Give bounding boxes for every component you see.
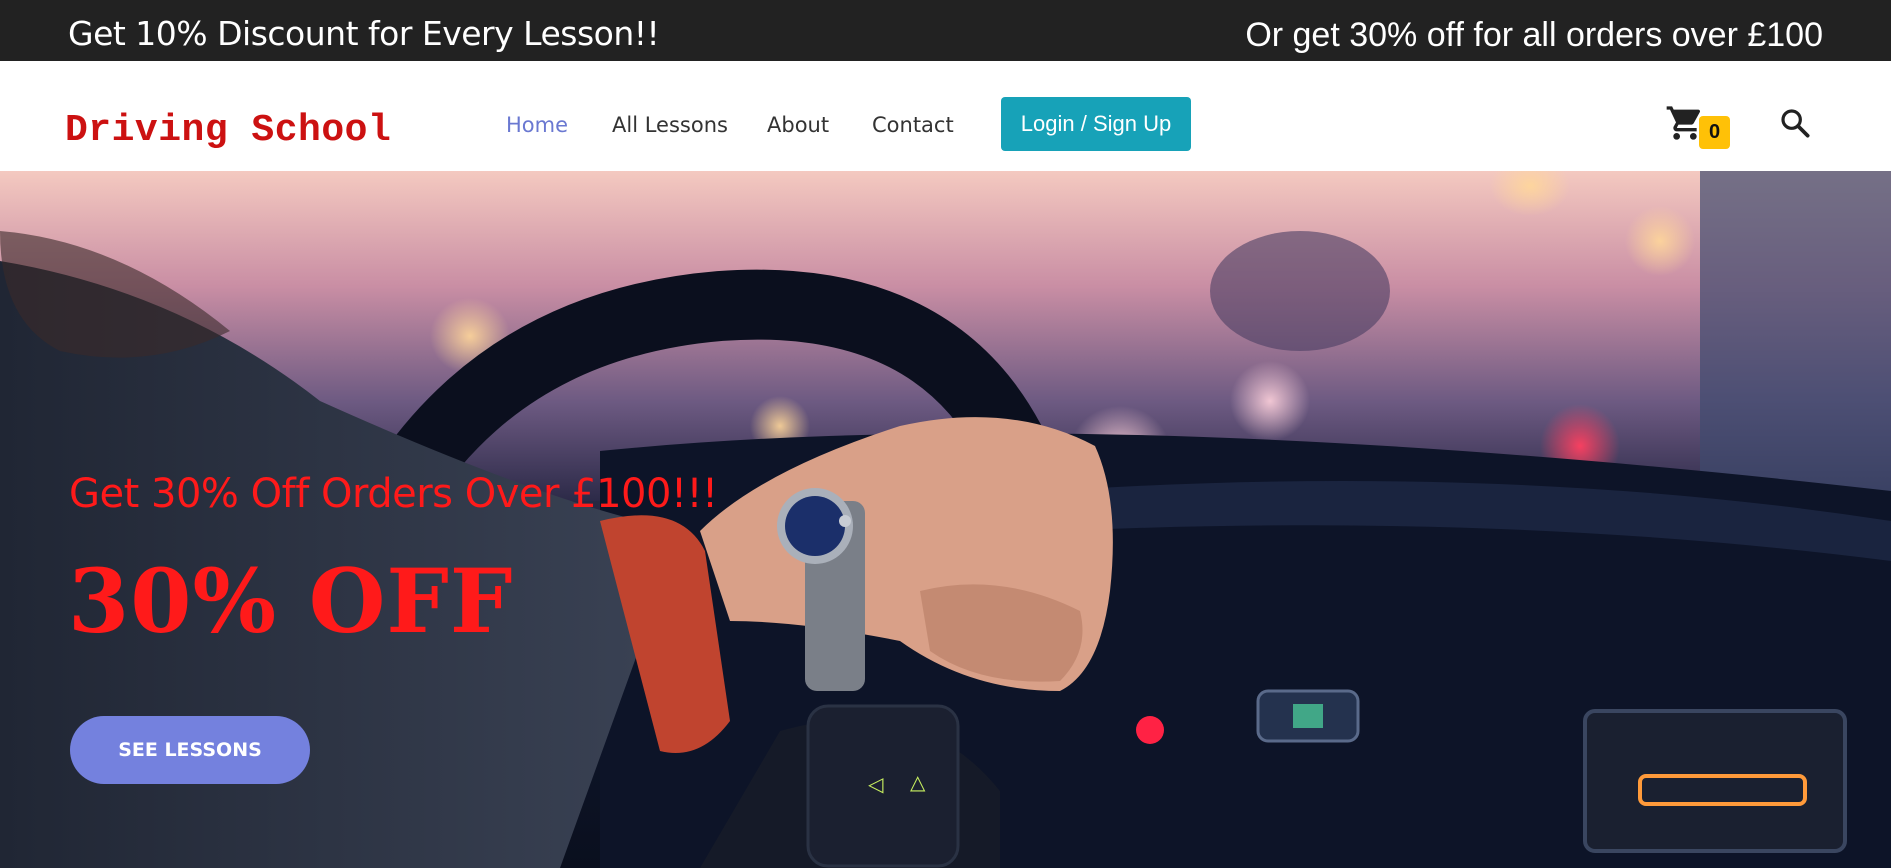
site-header: Driving School Home All Lessons About Co…	[0, 61, 1891, 171]
cart-button[interactable]: 0	[1665, 103, 1735, 149]
hero-title: 30% OFF	[68, 549, 514, 653]
svg-text:△: △	[910, 770, 926, 794]
svg-text:◁: ◁	[867, 772, 884, 796]
hero-banner: ◁ △ Get 30% Off Orders Over £100!!! 30% …	[0, 171, 1891, 868]
cart-count-badge: 0	[1699, 116, 1730, 149]
nav-link-home[interactable]: Home	[506, 113, 568, 137]
nav-link-all-lessons[interactable]: All Lessons	[612, 113, 728, 137]
login-signup-button[interactable]: Login / Sign Up	[1001, 97, 1191, 151]
site-logo[interactable]: Driving School	[65, 109, 391, 152]
promo-right-text: Or get 30% off for all orders over £100	[1245, 16, 1823, 54]
search-button[interactable]	[1779, 107, 1811, 139]
search-icon	[1781, 109, 1810, 138]
promo-bar: Get 10% Discount for Every Lesson!! Or g…	[0, 0, 1891, 61]
nav-link-about[interactable]: About	[767, 113, 829, 137]
promo-left-text: Get 10% Discount for Every Lesson!!	[68, 14, 660, 53]
nav-link-contact[interactable]: Contact	[872, 113, 954, 137]
hero-subtitle: Get 30% Off Orders Over £100!!!	[69, 471, 718, 517]
see-lessons-button[interactable]: SEE LESSONS	[70, 716, 310, 784]
